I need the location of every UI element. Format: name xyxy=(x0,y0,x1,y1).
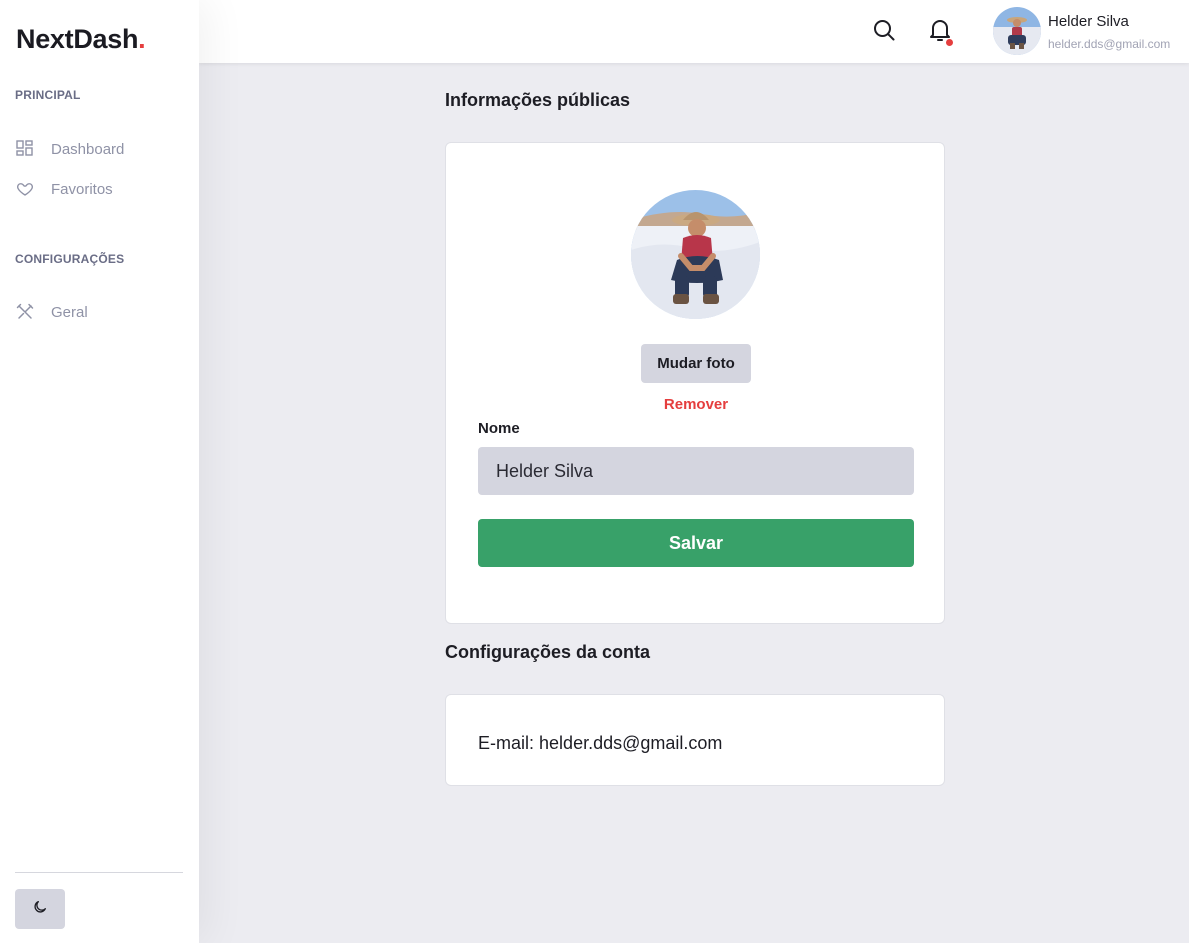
profile-photo xyxy=(631,190,760,319)
sidebar-item-label: Favoritos xyxy=(51,180,113,198)
logo-text: NextDash xyxy=(16,24,139,54)
remove-photo-link[interactable]: Remover xyxy=(446,396,946,413)
name-input[interactable] xyxy=(478,447,914,495)
grid-icon xyxy=(15,139,35,159)
search-button[interactable] xyxy=(871,18,897,46)
logo-dot: . xyxy=(138,24,146,54)
email-prefix: E-mail: xyxy=(478,733,535,753)
sidebar-divider xyxy=(15,872,183,873)
public-info-card: Mudar foto Remover Nome Salvar xyxy=(445,142,945,624)
sidebar-item-favoritos[interactable]: Favoritos xyxy=(15,177,113,201)
account-settings-card: E-mail: helder.dds@gmail.com xyxy=(445,694,945,786)
user-name: Helder Silva xyxy=(1048,13,1129,30)
name-label: Nome xyxy=(478,420,520,437)
save-button[interactable]: Salvar xyxy=(478,519,914,567)
app-logo[interactable]: NextDash. xyxy=(16,24,146,55)
tools-icon xyxy=(15,302,35,322)
top-header: Helder Silva helder.dds@gmail.com xyxy=(199,0,1189,63)
section-label-configuracoes: CONFIGURAÇÕES xyxy=(15,252,125,266)
notification-badge xyxy=(946,39,953,46)
section-label-principal: PRINCIPAL xyxy=(15,88,81,102)
search-icon xyxy=(872,18,896,47)
account-settings-title: Configurações da conta xyxy=(445,642,651,662)
change-photo-button[interactable]: Mudar foto xyxy=(641,344,751,383)
theme-toggle-button[interactable] xyxy=(15,889,65,929)
sidebar: NextDash. PRINCIPAL Dashboard Favoritos … xyxy=(0,0,199,943)
notifications-button[interactable] xyxy=(927,18,953,46)
sidebar-item-geral[interactable]: Geral xyxy=(15,300,88,324)
sidebar-item-label: Dashboard xyxy=(51,140,125,158)
user-avatar[interactable] xyxy=(993,7,1041,55)
public-info-title: Informações públicas xyxy=(445,90,631,110)
sidebar-item-dashboard[interactable]: Dashboard xyxy=(15,137,124,161)
sidebar-item-label: Geral xyxy=(51,303,88,321)
account-email: helder.dds@gmail.com xyxy=(539,733,723,753)
moon-icon xyxy=(32,899,48,920)
user-email: helder.dds@gmail.com xyxy=(1048,37,1171,51)
heart-icon xyxy=(15,179,35,199)
account-email-row: E-mail: helder.dds@gmail.com xyxy=(478,733,722,754)
